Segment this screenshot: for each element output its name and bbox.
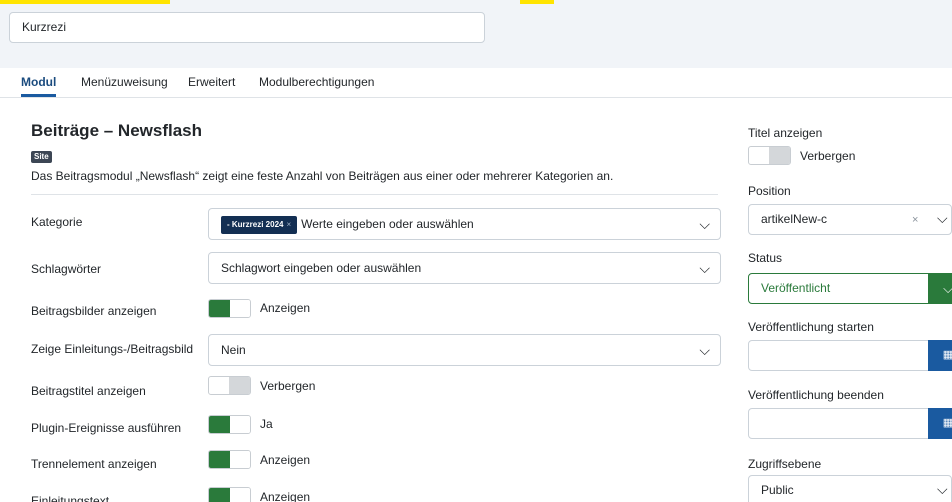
trennelement-label: Trennelement anzeigen: [31, 457, 157, 471]
publish-start-input[interactable]: [748, 340, 929, 371]
trennelement-value: Anzeigen: [260, 453, 311, 467]
schlagwoerter-label: Schlagwörter: [31, 262, 102, 276]
beitragstitel-value: Verbergen: [260, 379, 316, 393]
module-title-input[interactable]: Kurzrezi: [9, 12, 485, 43]
publish-end-input[interactable]: [748, 408, 929, 439]
position-label: Position: [748, 184, 791, 198]
einleitungstext-toggle[interactable]: [208, 487, 251, 502]
calendar-icon[interactable]: ▦: [928, 408, 952, 439]
chevron-down-icon[interactable]: ⌵: [699, 253, 710, 283]
chevron-down-icon[interactable]: ⌵: [699, 335, 710, 365]
module-heading: Beiträge – Newsflash: [31, 121, 203, 140]
chevron-down-icon[interactable]: ⌵: [937, 481, 948, 498]
plugin-value: Ja: [260, 417, 273, 431]
einleitungsbild-value: Nein: [221, 343, 246, 357]
publish-end-label: Veröffentlichung beenden: [748, 388, 884, 402]
titel-anzeigen-toggle[interactable]: [748, 146, 791, 165]
beitragstitel-label: Beitragstitel anzeigen: [31, 384, 146, 398]
chevron-down-icon[interactable]: ⌵: [699, 209, 710, 239]
site-badge: Site: [31, 151, 52, 163]
tab-erweitert[interactable]: Erweitert: [188, 68, 235, 97]
einleitungstext-label: Einleitungstext: [31, 494, 110, 502]
module-description: Das Beitragsmodul „Newsflash“ zeigt eine…: [31, 169, 614, 183]
tab-modulberechtigungen[interactable]: Modulberechtigungen: [259, 68, 374, 97]
tabs-bar: Modul Menüzuweisung Erweitert Modulberec…: [0, 68, 952, 98]
publish-start-label: Veröffentlichung starten: [748, 320, 874, 334]
clear-position-icon[interactable]: ×: [912, 214, 918, 226]
plugin-label: Plugin-Ereignisse ausführen: [31, 421, 182, 435]
plugin-toggle[interactable]: [208, 415, 251, 434]
tab-modul[interactable]: Modul: [21, 68, 57, 97]
titel-anzeigen-label: Titel anzeigen: [748, 126, 823, 140]
einleitungstext-value: Anzeigen: [260, 490, 311, 502]
access-select[interactable]: Public: [748, 475, 952, 502]
kategorie-select[interactable]: - Kurzrezi 2024 × Werte eingeben oder ausw…: [208, 208, 721, 240]
beitragstitel-toggle[interactable]: [208, 376, 251, 395]
access-label: Zugriffsebene: [748, 457, 822, 471]
status-label: Status: [748, 251, 783, 265]
tab-menuzuweisung[interactable]: Menüzuweisung: [81, 68, 168, 97]
calendar-icon[interactable]: ▦: [928, 340, 952, 371]
beitragsbilder-value: Anzeigen: [260, 301, 311, 315]
schlagwoerter-placeholder: Schlagwort eingeben oder auswählen: [221, 261, 422, 275]
beitragsbilder-label: Beitragsbilder anzeigen: [31, 304, 157, 318]
schlagwoerter-select[interactable]: Schlagwort eingeben oder auswählen ⌵: [208, 252, 721, 284]
status-chevron-icon[interactable]: ⌵: [928, 273, 952, 304]
category-tag[interactable]: - Kurzrezi 2024 ×: [221, 215, 298, 234]
einleitungsbild-select[interactable]: Nein ⌵: [208, 334, 721, 366]
status-select[interactable]: Veröffentlicht: [748, 273, 929, 304]
titel-anzeigen-value: Verbergen: [800, 149, 856, 163]
highlight-strip: [520, 0, 554, 4]
tag-remove-icon[interactable]: ×: [286, 220, 291, 229]
beitragsbilder-toggle[interactable]: [208, 299, 251, 318]
highlight-strip: [0, 0, 170, 4]
kategorie-placeholder: Werte eingeben oder auswählen: [301, 217, 474, 231]
chevron-down-icon[interactable]: ⌵: [937, 210, 948, 227]
trennelement-toggle[interactable]: [208, 450, 251, 469]
divider: [31, 194, 718, 195]
position-select[interactable]: artikelNew-c: [748, 204, 952, 235]
einleitungsbild-label: Zeige Einleitungs-/Beitragsbild: [31, 342, 194, 356]
kategorie-label: Kategorie: [31, 215, 83, 229]
